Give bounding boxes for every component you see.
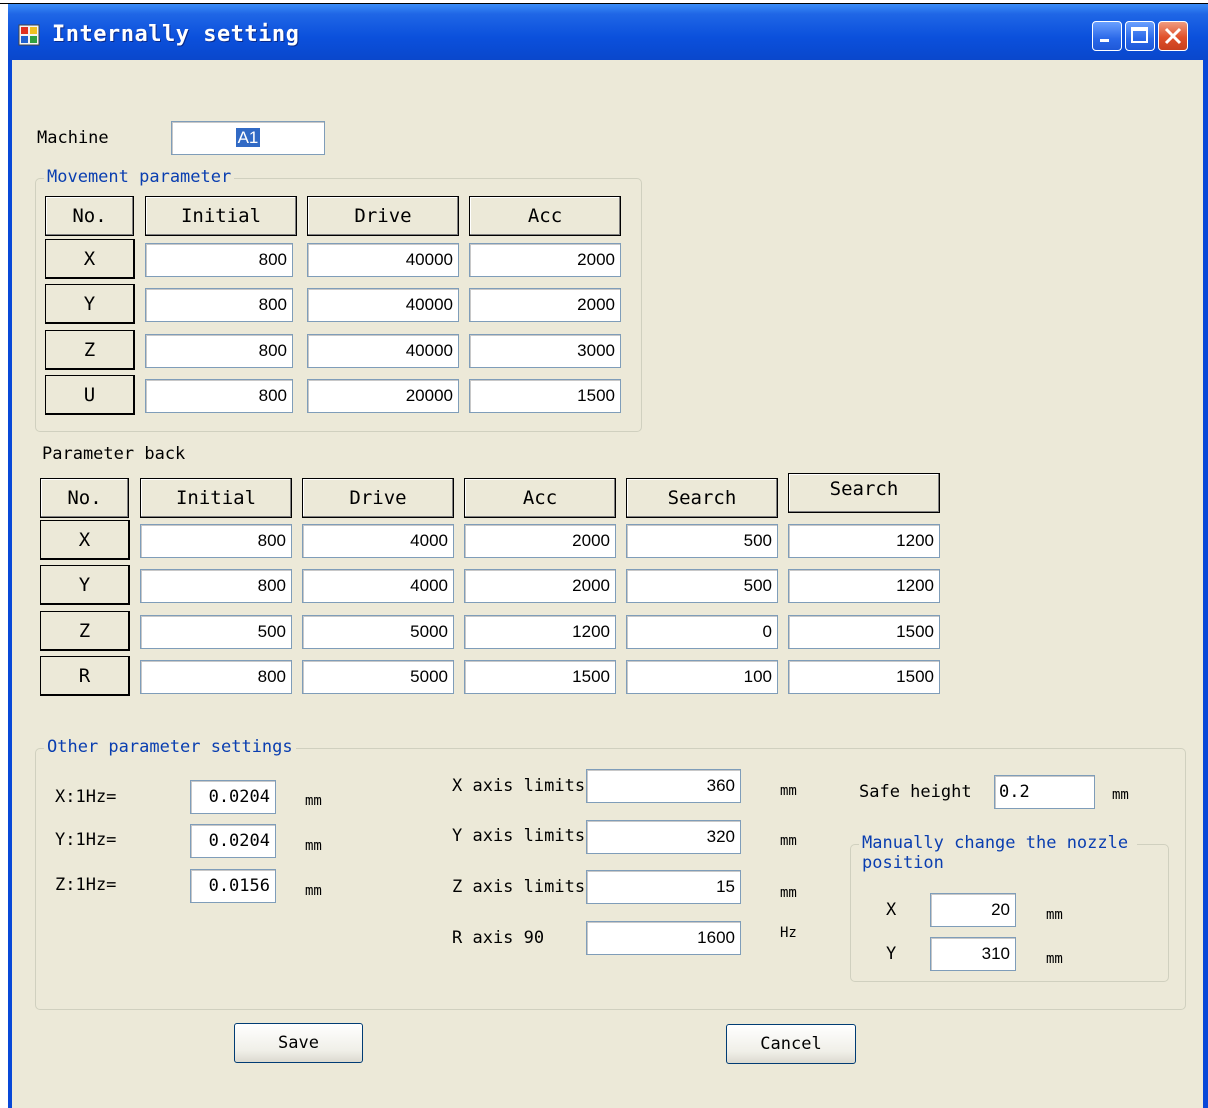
other-parameter-title: Other parameter settings — [44, 737, 296, 757]
back-row-axis: X — [40, 520, 130, 560]
back-x-search-2[interactable]: 1200 — [788, 524, 940, 558]
nozzle-position-title: Manually change the nozzle position — [859, 833, 1137, 873]
window-title: Internally setting — [52, 22, 300, 47]
back-r-acc[interactable]: 1500 — [464, 660, 616, 694]
movement-z-drive[interactable]: 40000 — [307, 334, 459, 368]
nozzle-x-unit: mm — [1046, 907, 1063, 923]
maximize-button[interactable] — [1125, 21, 1155, 51]
x-axis-limits-unit: mm — [780, 783, 797, 799]
close-icon — [1164, 27, 1182, 45]
movement-y-drive[interactable]: 40000 — [307, 288, 459, 322]
dialog-window: Internally setting Machine A1 Movement p… — [8, 4, 1208, 1108]
nozzle-y-unit: mm — [1046, 951, 1063, 967]
safe-height-unit: mm — [1112, 787, 1129, 803]
y-hz-input[interactable]: 0.0204 — [190, 824, 276, 858]
movement-row-axis: U — [45, 375, 135, 415]
movement-x-initial[interactable]: 800 — [145, 243, 293, 277]
minimize-button[interactable] — [1092, 21, 1122, 51]
back-y-acc[interactable]: 2000 — [464, 569, 616, 603]
movement-u-acc[interactable]: 1500 — [469, 379, 621, 413]
back-row-axis: Z — [40, 611, 130, 651]
y-axis-limits-label: Y axis limits — [452, 826, 586, 846]
r-axis-90-input[interactable]: 1600 — [586, 921, 741, 955]
nozzle-y-label: Y — [886, 944, 897, 964]
back-r-search-2[interactable]: 1500 — [788, 660, 940, 694]
movement-z-acc[interactable]: 3000 — [469, 334, 621, 368]
maximize-icon — [1131, 27, 1148, 43]
movement-header-no: No. — [45, 196, 134, 236]
safe-height-input[interactable]: 0.2 — [994, 775, 1095, 809]
z-axis-limits-unit: mm — [780, 885, 797, 901]
back-r-initial[interactable]: 800 — [140, 660, 292, 694]
z-hz-unit: mm — [305, 883, 322, 899]
nozzle-x-input[interactable]: 20 — [930, 893, 1016, 927]
back-y-search[interactable]: 500 — [626, 569, 778, 603]
back-header-acc: Acc — [464, 478, 616, 518]
movement-row-axis: X — [45, 239, 135, 279]
back-z-search-2[interactable]: 1500 — [788, 615, 940, 649]
x-axis-limits-input[interactable]: 360 — [586, 769, 741, 803]
movement-x-acc[interactable]: 2000 — [469, 243, 621, 277]
movement-row-axis: Y — [45, 284, 135, 324]
nozzle-x-label: X — [886, 900, 897, 920]
back-y-search-2[interactable]: 1200 — [788, 569, 940, 603]
movement-z-initial[interactable]: 800 — [145, 334, 293, 368]
safe-height-label: Safe height — [859, 782, 972, 802]
back-x-initial[interactable]: 800 — [140, 524, 292, 558]
minimize-icon — [1100, 39, 1109, 42]
z-axis-limits-input[interactable]: 15 — [586, 870, 741, 904]
movement-y-acc[interactable]: 2000 — [469, 288, 621, 322]
title-bar[interactable]: Internally setting — [8, 4, 1208, 60]
back-r-drive[interactable]: 5000 — [302, 660, 454, 694]
y-axis-limits-unit: mm — [780, 833, 797, 849]
z-axis-limits-label: Z axis limits — [452, 877, 586, 897]
movement-header-initial: Initial — [145, 196, 297, 236]
z-hz-label: Z:1Hz= — [55, 875, 117, 895]
app-icon — [18, 24, 40, 46]
cancel-button[interactable]: Cancel — [726, 1024, 856, 1064]
movement-x-drive[interactable]: 40000 — [307, 243, 459, 277]
back-z-initial[interactable]: 500 — [140, 615, 292, 649]
back-z-search[interactable]: 0 — [626, 615, 778, 649]
nozzle-y-input[interactable]: 310 — [930, 937, 1016, 971]
movement-parameter-title: Movement parameter — [44, 167, 235, 187]
x-axis-limits-label: X axis limits — [452, 776, 586, 796]
movement-row-axis: Z — [45, 330, 135, 370]
movement-u-initial[interactable]: 800 — [145, 379, 293, 413]
z-hz-input[interactable]: 0.0156 — [190, 869, 276, 903]
back-header-drive: Drive — [302, 478, 454, 518]
back-header-no: No. — [40, 478, 129, 518]
back-z-acc[interactable]: 1200 — [464, 615, 616, 649]
y-hz-label: Y:1Hz= — [55, 830, 117, 850]
x-hz-input[interactable]: 0.0204 — [190, 780, 276, 814]
back-header-initial: Initial — [140, 478, 292, 518]
back-z-drive[interactable]: 5000 — [302, 615, 454, 649]
movement-u-drive[interactable]: 20000 — [307, 379, 459, 413]
close-button[interactable] — [1158, 21, 1188, 51]
back-header-search: Search — [626, 478, 778, 518]
back-r-search[interactable]: 100 — [626, 660, 778, 694]
back-header-search-2: Search — [788, 473, 940, 513]
movement-y-initial[interactable]: 800 — [145, 288, 293, 322]
back-row-axis: R — [40, 656, 130, 696]
back-x-search[interactable]: 500 — [626, 524, 778, 558]
back-x-acc[interactable]: 2000 — [464, 524, 616, 558]
movement-header-acc: Acc — [469, 196, 621, 236]
r-axis-90-label: R axis 90 — [452, 928, 545, 948]
y-axis-limits-input[interactable]: 320 — [586, 820, 741, 854]
back-y-initial[interactable]: 800 — [140, 569, 292, 603]
x-hz-unit: mm — [305, 793, 322, 809]
back-row-axis: Y — [40, 565, 130, 605]
r-axis-90-unit: Hz — [780, 925, 797, 941]
y-hz-unit: mm — [305, 838, 322, 854]
machine-label: Machine — [37, 128, 109, 148]
save-button[interactable]: Save — [234, 1023, 363, 1063]
parameter-back-title: Parameter back — [42, 444, 186, 464]
back-x-drive[interactable]: 4000 — [302, 524, 454, 558]
back-y-drive[interactable]: 4000 — [302, 569, 454, 603]
machine-input[interactable]: A1 — [171, 121, 325, 155]
client-area: Machine A1 Movement parameter No. Initia… — [12, 60, 1203, 1108]
x-hz-label: X:1Hz= — [55, 787, 117, 807]
movement-header-drive: Drive — [307, 196, 459, 236]
